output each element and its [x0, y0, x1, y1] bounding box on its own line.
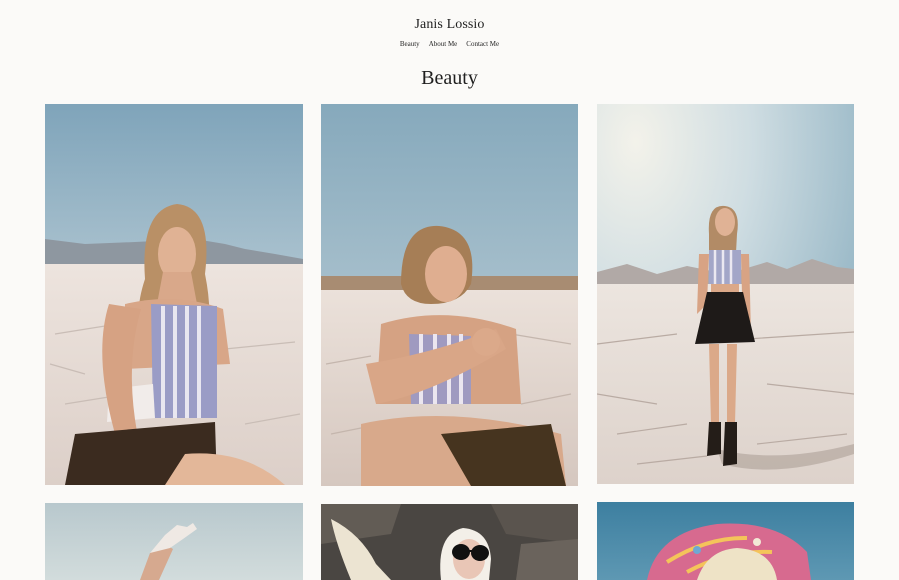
gallery-photo-5[interactable] [321, 504, 578, 580]
nav-item-contact-me[interactable]: Contact Me [466, 40, 499, 48]
photo-seated-woman [45, 104, 303, 485]
gallery-photo-4[interactable] [45, 503, 303, 580]
gallery-photo-6[interactable] [597, 502, 854, 580]
nav-item-about-me[interactable]: About Me [429, 40, 458, 48]
nav-item-beauty[interactable]: Beauty [400, 40, 420, 48]
photo-headscarf-woman [597, 502, 854, 580]
photo-gloved-arm [45, 503, 303, 580]
photo-sunglasses-woman [321, 504, 578, 580]
gallery-photo-1[interactable] [45, 104, 303, 485]
page-title: Beauty [421, 67, 478, 89]
gallery-photo-3[interactable] [597, 104, 854, 484]
main-nav: Beauty About Me Contact Me [0, 40, 899, 48]
site-title[interactable]: Janis Lossio [0, 17, 899, 33]
photo-crouching-woman [321, 104, 578, 486]
gallery-photo-2[interactable] [321, 104, 578, 486]
photo-standing-woman [597, 104, 854, 484]
